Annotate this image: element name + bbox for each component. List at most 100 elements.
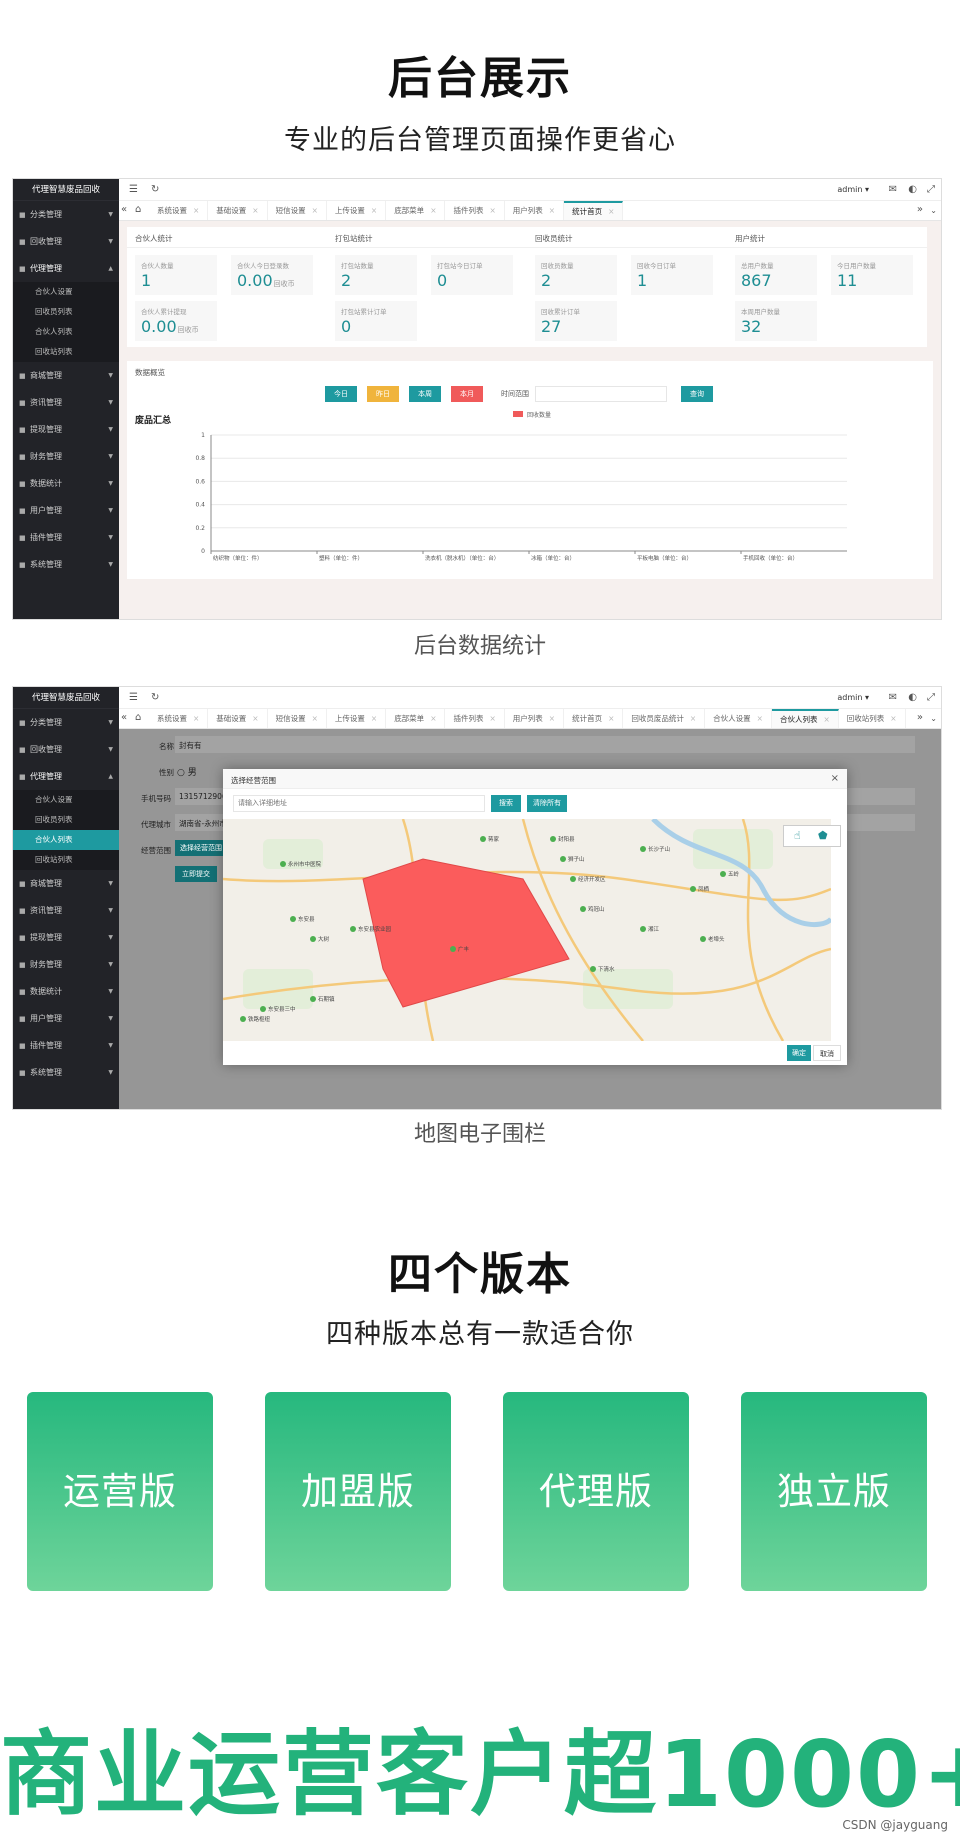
tabs-dropdown-icon[interactable]: ⌄ <box>930 714 937 723</box>
tabs-next-icon[interactable]: » <box>917 204 923 215</box>
close-icon[interactable]: × <box>549 206 555 215</box>
close-icon[interactable]: × <box>489 206 495 215</box>
close-icon[interactable]: × <box>371 714 377 723</box>
menu-icon[interactable]: ☰ <box>129 184 138 195</box>
tab[interactable]: 短信设置 × <box>268 201 327 220</box>
tabs-prev-icon[interactable]: « <box>121 712 127 723</box>
home-icon[interactable]: ⌂ <box>135 204 141 215</box>
theme-icon[interactable]: ◐ <box>908 184 917 195</box>
address-search-input[interactable] <box>233 795 485 812</box>
close-icon[interactable]: × <box>312 206 318 215</box>
sidebar-item[interactable]: ■ 代理管理 ▲ <box>13 255 119 282</box>
tab[interactable]: 统计首页 × <box>564 709 624 728</box>
close-icon[interactable]: × <box>831 773 839 784</box>
polygon-tool-icon[interactable]: ⬟ <box>818 829 828 842</box>
sidebar-subitem[interactable]: 合伙人列表 <box>13 830 119 850</box>
admin-dropdown[interactable]: admin ▾ <box>837 185 869 194</box>
this-month-button[interactable]: 本月 <box>451 386 483 402</box>
map-canvas[interactable]: 封阳县狮子山经济开发区 长沙子山鸡冠山湘江 凤栖 五岭大树 东安县东安县农业园东安县三中… <box>223 819 831 1041</box>
tab[interactable]: 系统设置 × <box>149 201 209 220</box>
sidebar-item[interactable]: ■ 提现管理 ▼ <box>13 416 119 443</box>
tab[interactable]: 统计首页 × <box>564 201 624 220</box>
sidebar-item[interactable]: ■ 回收管理 ▼ <box>13 228 119 255</box>
tab[interactable]: 合伙人设置 × <box>705 709 772 728</box>
tab[interactable]: 系统设置 × <box>149 709 209 728</box>
close-icon[interactable]: × <box>430 714 436 723</box>
sidebar-subitem[interactable]: 合伙人设置 <box>13 282 119 302</box>
sidebar-item[interactable]: ■ 代理管理 ▲ <box>13 763 119 790</box>
tab[interactable]: 短信设置 × <box>268 709 327 728</box>
fullscreen-icon[interactable]: ⤢ <box>927 184 935 195</box>
this-week-button[interactable]: 本周 <box>409 386 441 402</box>
version-card-agent[interactable]: 代理版 <box>503 1392 689 1591</box>
clear-all-button[interactable]: 清除所有 <box>527 795 567 812</box>
tab[interactable]: 插件列表 × <box>445 709 505 728</box>
sidebar-item[interactable]: ■ 商城管理 ▼ <box>13 362 119 389</box>
tab[interactable]: 底部菜单 × <box>386 201 446 220</box>
sidebar-subitem[interactable]: 回收员列表 <box>13 302 119 322</box>
refresh-icon[interactable]: ↻ <box>151 692 159 703</box>
sidebar-item[interactable]: ■ 回收管理 ▼ <box>13 736 119 763</box>
cancel-button[interactable]: 取消 <box>813 1045 841 1061</box>
sidebar-item[interactable]: ■ 资讯管理 ▼ <box>13 897 119 924</box>
yesterday-button[interactable]: 昨日 <box>367 386 399 402</box>
close-icon[interactable]: × <box>549 714 555 723</box>
sidebar-item[interactable]: ■ 插件管理 ▼ <box>13 524 119 551</box>
fullscreen-icon[interactable]: ⤢ <box>927 692 935 703</box>
close-icon[interactable]: × <box>757 714 763 723</box>
menu-icon[interactable]: ☰ <box>129 692 138 703</box>
tab[interactable]: 回收员废品统计 × <box>623 709 706 728</box>
sidebar-subitem[interactable]: 回收站列表 <box>13 342 119 362</box>
message-icon[interactable]: ✉ <box>889 184 897 195</box>
select-range-button[interactable]: 选择经营范围 <box>175 840 227 856</box>
sidebar-subitem[interactable]: 回收员列表 <box>13 810 119 830</box>
tab[interactable]: 合伙人列表 × <box>771 709 839 728</box>
tab[interactable]: 回收站列表 × <box>839 709 906 728</box>
sidebar-item[interactable]: ■ 提现管理 ▼ <box>13 924 119 951</box>
close-icon[interactable]: × <box>890 714 896 723</box>
close-icon[interactable]: × <box>430 206 436 215</box>
tab[interactable]: 底部菜单 × <box>386 709 446 728</box>
close-icon[interactable]: × <box>608 207 614 216</box>
tab[interactable]: 用户列表 × <box>505 709 565 728</box>
search-button[interactable]: 搜索 <box>491 795 521 812</box>
tab[interactable]: 上传设置 × <box>327 201 387 220</box>
date-range-input[interactable] <box>535 386 667 402</box>
home-icon[interactable]: ⌂ <box>135 712 141 723</box>
gender-radio[interactable]: ○ 男 <box>177 765 197 778</box>
tab[interactable]: 基础设置 × <box>208 709 268 728</box>
close-icon[interactable]: × <box>371 206 377 215</box>
query-button[interactable]: 查询 <box>681 386 713 402</box>
close-icon[interactable]: × <box>193 714 199 723</box>
version-card-franchise[interactable]: 加盟版 <box>265 1392 451 1591</box>
sidebar-item[interactable]: ■ 插件管理 ▼ <box>13 1032 119 1059</box>
close-icon[interactable]: × <box>608 714 614 723</box>
sidebar-item[interactable]: ■ 资讯管理 ▼ <box>13 389 119 416</box>
tab[interactable]: 上传设置 × <box>327 709 387 728</box>
sidebar-item[interactable]: ■ 系统管理 ▼ <box>13 1059 119 1086</box>
admin-dropdown[interactable]: admin ▾ <box>837 693 869 702</box>
tabs-dropdown-icon[interactable]: ⌄ <box>930 206 937 215</box>
submit-button[interactable]: 立即提交 <box>175 866 217 882</box>
version-card-independent[interactable]: 独立版 <box>741 1392 927 1591</box>
sidebar-subitem[interactable]: 回收站列表 <box>13 850 119 870</box>
sidebar-item[interactable]: ■ 财务管理 ▼ <box>13 443 119 470</box>
close-icon[interactable]: × <box>193 206 199 215</box>
confirm-button[interactable]: 确定 <box>787 1045 811 1061</box>
hand-tool-icon[interactable]: ☝ <box>794 829 801 842</box>
sidebar-item[interactable]: ■ 分类管理 ▼ <box>13 201 119 228</box>
sidebar-subitem[interactable]: 合伙人设置 <box>13 790 119 810</box>
sidebar-item[interactable]: ■ 系统管理 ▼ <box>13 551 119 578</box>
sidebar-item[interactable]: ■ 财务管理 ▼ <box>13 951 119 978</box>
close-icon[interactable]: × <box>690 714 696 723</box>
close-icon[interactable]: × <box>252 206 258 215</box>
sidebar-item[interactable]: ■ 用户管理 ▼ <box>13 1005 119 1032</box>
close-icon[interactable]: × <box>823 715 829 724</box>
tab[interactable]: 插件列表 × <box>445 201 505 220</box>
sidebar-item[interactable]: ■ 数据统计 ▼ <box>13 978 119 1005</box>
close-icon[interactable]: × <box>312 714 318 723</box>
close-icon[interactable]: × <box>489 714 495 723</box>
sidebar-item[interactable]: ■ 用户管理 ▼ <box>13 497 119 524</box>
today-button[interactable]: 今日 <box>325 386 357 402</box>
close-icon[interactable]: × <box>252 714 258 723</box>
